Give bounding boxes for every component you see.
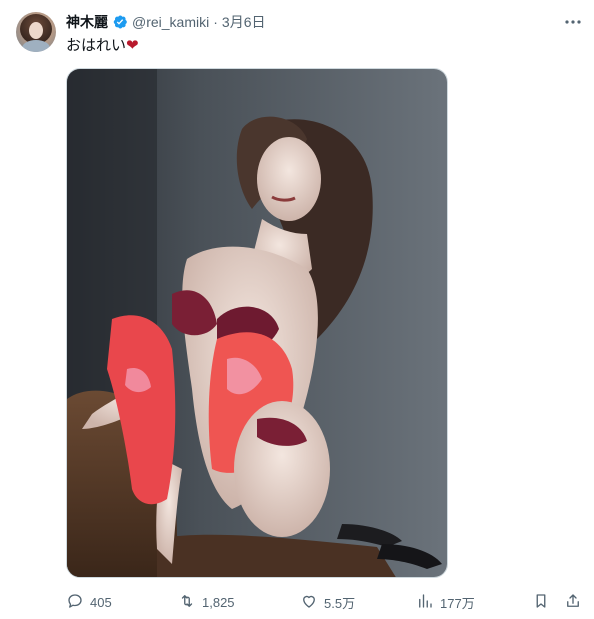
bookmark-button[interactable] <box>532 591 550 613</box>
verified-badge-icon <box>112 14 128 30</box>
like-count: 5.5万 <box>324 595 356 611</box>
views-count: 177万 <box>440 595 475 611</box>
like-button[interactable]: 5.5万 <box>300 591 355 613</box>
user-handle[interactable]: @rei_kamiki <box>132 14 209 30</box>
repost-button[interactable]: 1,825 <box>178 591 235 613</box>
share-button[interactable] <box>564 591 582 613</box>
avatar[interactable] <box>16 12 56 52</box>
post-date[interactable]: 3月6日 <box>222 12 266 32</box>
avatar-face <box>29 22 43 39</box>
share-icon <box>564 592 582 613</box>
reply-count: 405 <box>90 594 112 610</box>
reply-button[interactable]: 405 <box>66 591 112 613</box>
views-button[interactable]: 177万 <box>416 591 475 613</box>
views-icon <box>416 592 434 613</box>
photo-image <box>67 69 447 577</box>
post-text: おはれい❤ <box>66 36 139 56</box>
repost-count: 1,825 <box>202 594 235 610</box>
more-icon[interactable] <box>563 14 583 30</box>
display-name[interactable]: 神木麗 <box>66 12 108 32</box>
like-icon <box>300 592 318 613</box>
post-photo[interactable] <box>66 68 448 578</box>
repost-icon <box>178 592 196 613</box>
post-body: おはれい <box>66 37 127 54</box>
tweet[interactable]: 神木麗 @rei_kamiki · 3月6日 おはれい❤ 405 1,825 5… <box>0 0 594 619</box>
bookmark-icon <box>532 592 550 613</box>
heart-emoji: ❤ <box>126 37 139 54</box>
tweet-header: 神木麗 @rei_kamiki · 3月6日 <box>66 12 265 32</box>
avatar-body <box>22 40 50 52</box>
separator-dot: · <box>213 14 218 30</box>
reply-icon <box>66 592 84 613</box>
action-bar: 405 1,825 5.5万 177万 <box>66 591 586 613</box>
